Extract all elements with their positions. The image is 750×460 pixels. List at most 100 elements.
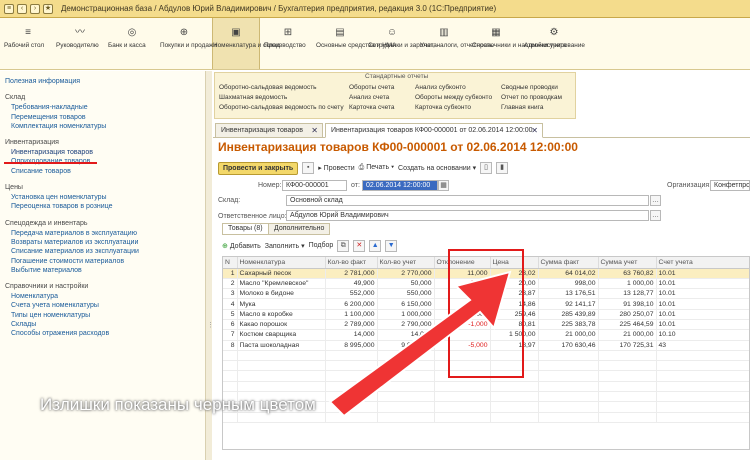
section-assets[interactable]: ▤ Основные средства и НМА [316,18,396,69]
tab-inventory-document[interactable]: Инвентаризация товаров КФ00-000001 от 02… [325,123,543,138]
table-cell[interactable]: 998,00 [538,278,599,290]
table-cell[interactable]: 5 [223,309,238,320]
table-cell[interactable]: 10.01 [656,268,749,279]
date-field[interactable]: 02.06.2014 12:00:00 [362,180,438,191]
report-link[interactable]: Карточка субконто [415,103,501,112]
report-link[interactable]: Оборотно-сальдовая ведомость [219,83,349,92]
add-row-button[interactable]: ⊕ Добавить [222,242,261,250]
menu-icon[interactable]: ≡ [4,3,14,14]
table-cell[interactable]: 91 398,10 [598,298,657,310]
nav-item[interactable]: Установка цен номенклатуры [5,193,205,202]
tab-additional[interactable]: Дополнительно [268,223,331,235]
report-link[interactable]: Главная книга [501,103,571,112]
save-icon[interactable]: ▪ [302,162,315,174]
report-link[interactable]: Шахматная ведомость [219,93,349,102]
table-cell[interactable]: Какао порошок [237,319,326,331]
table-cell[interactable]: 170 630,46 [538,340,599,351]
table-cell[interactable]: Паста шоколадная [237,340,326,351]
table-cell[interactable]: 21 000,00 [598,329,657,341]
nav-item[interactable]: Передача материалов в эксплуатацию [5,229,205,238]
table-cell[interactable]: 1 [223,268,238,279]
column-header[interactable]: Сумма учет [598,257,657,269]
column-header[interactable]: N [223,257,238,269]
nav-item[interactable]: Склады [5,320,205,329]
section-nomenclature[interactable]: ▣ Номенклатура и склад [212,18,280,69]
column-header[interactable]: Кол-во учет [377,257,435,269]
table-cell[interactable]: Масло "Кремлевское" [237,278,326,290]
calendar-icon[interactable]: ▦ [438,180,449,191]
nav-item[interactable]: Погашение стоимости материалов [5,257,205,266]
section-staff[interactable]: ☺ Сотрудники и зарплата [368,18,437,69]
table-cell[interactable]: 10.01 [656,288,749,300]
nav-item[interactable]: Списание товаров [5,167,205,176]
tab-goods[interactable]: Товары (8) [222,223,269,235]
table-cell[interactable]: 7 [223,329,238,341]
fill-button[interactable]: Заполнить ▾ [265,242,305,250]
table-cell[interactable]: 63 760,82 [598,268,657,279]
nav-item[interactable]: Возвраты материалов из эксплуатации [5,238,205,247]
create-based-button[interactable]: Создать на основании ▾ [398,164,476,172]
document-icon[interactable]: ▯ [480,162,493,174]
nav-item[interactable]: Списание материалов из эксплуатации [5,247,205,256]
report-link[interactable]: Сводные проводки [501,83,571,92]
nav-useful-info[interactable]: Полезная информация [5,77,205,86]
table-cell[interactable]: 1 000,00 [598,278,657,290]
table-cell[interactable]: 6 [223,319,238,331]
star-icon[interactable]: ★ [43,3,53,14]
table-cell[interactable]: 10.01 [656,319,749,331]
report-icon[interactable]: ▮ [496,162,509,174]
table-cell[interactable]: Молоко в бидоне [237,288,326,300]
table-cell[interactable]: 225 383,78 [538,319,599,331]
section-catalogs[interactable]: ▦ Справочники и настройки учета [472,18,566,69]
table-cell[interactable]: 3 [223,288,238,300]
report-link[interactable]: Анализ субконто [415,83,501,92]
back-icon[interactable]: ‹ [17,3,27,14]
section-desktop[interactable]: ≡ Рабочий стол [4,18,52,69]
table-cell[interactable]: 10.01 [656,309,749,320]
organization-field[interactable]: Конфетпром [710,180,750,191]
nav-item[interactable]: Перемещения товаров [5,113,205,122]
table-cell[interactable]: 9 000,000 [377,340,435,351]
post-button[interactable]: ▸ Провести [318,164,354,172]
table-cell[interactable]: 6 150,000 [377,298,435,310]
nav-item[interactable]: Выбытие материалов [5,266,205,275]
post-and-close-button[interactable]: Провести и закрыть [218,161,299,175]
table-cell[interactable]: Сахарный песок [237,268,326,279]
close-icon[interactable]: ✕ [311,126,318,135]
delete-icon[interactable]: ✕ [353,239,366,252]
column-header[interactable]: Кол-во факт [325,257,378,269]
table-cell[interactable]: 8 995,000 [325,340,378,351]
table-cell[interactable]: 4 [223,298,238,310]
move-down-icon[interactable]: ▼ [385,239,398,252]
table-cell[interactable]: 550,000 [377,288,435,300]
table-cell[interactable]: 2 781,000 [325,268,378,279]
move-up-icon[interactable]: ▲ [369,239,382,252]
pick-button[interactable]: Подбор [309,242,334,249]
nav-item[interactable]: Типы цен номенклатуры [5,311,205,320]
nav-item[interactable]: Требования-накладные [5,103,205,112]
table-cell[interactable]: 13 176,51 [538,288,599,300]
close-icon[interactable]: ✕ [531,126,538,135]
report-link[interactable]: Обороты счета [349,83,415,92]
table-cell[interactable]: 10.01 [656,278,749,290]
column-header[interactable]: Номенклатура [237,257,326,269]
table-cell[interactable]: 43 [656,340,749,351]
section-manager[interactable]: 〰 Руководителю [56,18,104,69]
table-cell[interactable]: 170 725,31 [598,340,657,351]
table-cell[interactable]: Мука [237,298,326,310]
table-cell[interactable]: 21 000,00 [538,329,599,341]
table-cell[interactable]: 2 [223,278,238,290]
warehouse-field[interactable]: Основной склад [286,195,649,206]
report-link[interactable]: Обороты между субконто [415,93,501,102]
search-icon[interactable]: … [650,195,661,206]
section-bank[interactable]: ◎ Банк и касса [108,18,156,69]
table-cell[interactable]: 1 100,000 [325,309,378,320]
nav-item[interactable]: Переоценка товаров в рознице [5,202,205,211]
table-cell[interactable]: 10.10 [656,329,749,341]
table-cell[interactable]: 10.01 [656,298,749,310]
table-cell[interactable]: 49,900 [325,278,378,290]
search-icon[interactable]: … [650,210,661,221]
table-cell[interactable]: 2 789,000 [325,319,378,331]
report-link[interactable]: Оборотно-сальдовая ведомость по счету [219,103,349,112]
table-cell[interactable]: 14,000 [377,329,435,341]
